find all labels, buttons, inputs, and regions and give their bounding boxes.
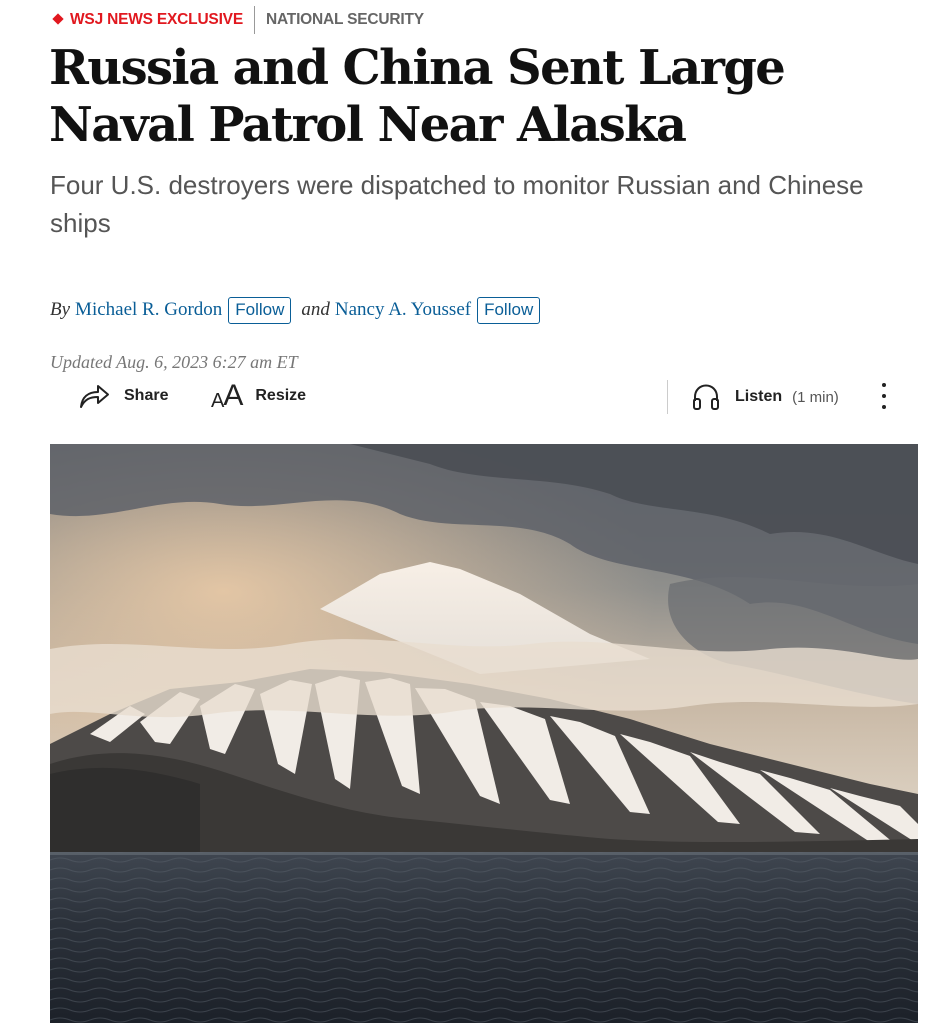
timestamp: Updated Aug. 6, 2023 6:27 am ET	[50, 352, 298, 372]
more-dot-icon	[882, 383, 886, 387]
follow-button-2[interactable]: Follow	[477, 296, 541, 324]
share-label: Share	[124, 387, 169, 404]
listen-button[interactable]: Listen (1 min)	[691, 381, 839, 413]
resize-text-icon: AA	[211, 379, 244, 412]
author-link-1[interactable]: Michael R. Gordon	[75, 299, 222, 321]
byline-and-label: and	[301, 299, 330, 320]
volcano-landscape-illustration	[50, 444, 918, 1023]
article-kicker: WSJ NEWS EXCLUSIVE NATIONAL SECURITY	[52, 6, 424, 34]
exclusive-diamond-icon	[52, 13, 64, 25]
byline-by-label: By	[50, 299, 71, 320]
headphones-icon	[691, 382, 721, 412]
toolbar-divider	[667, 380, 668, 414]
resize-label: Resize	[255, 387, 307, 404]
section-link[interactable]: NATIONAL SECURITY	[266, 11, 424, 29]
kicker-divider	[253, 6, 255, 34]
exclusive-label[interactable]: WSJ NEWS EXCLUSIVE	[70, 11, 243, 29]
byline: By Michael R. Gordon Follow and Nancy A.…	[50, 296, 541, 324]
hero-image	[50, 444, 918, 1023]
listen-duration: (1 min)	[792, 388, 839, 406]
dek: Four U.S. destroyers were dispatched to …	[50, 170, 864, 238]
more-dot-icon	[882, 405, 886, 409]
more-dot-icon	[882, 394, 886, 398]
follow-button-1[interactable]: Follow	[228, 296, 292, 324]
headline: Russia and China Sent Large Naval Patrol…	[49, 40, 786, 153]
more-options-button[interactable]	[873, 380, 895, 412]
author-link-2[interactable]: Nancy A. Youssef	[335, 299, 471, 321]
share-arrow-icon	[78, 382, 110, 410]
listen-label: Listen	[735, 388, 783, 405]
resize-button[interactable]: AA Resize	[211, 380, 306, 412]
share-button[interactable]: Share	[78, 380, 168, 412]
